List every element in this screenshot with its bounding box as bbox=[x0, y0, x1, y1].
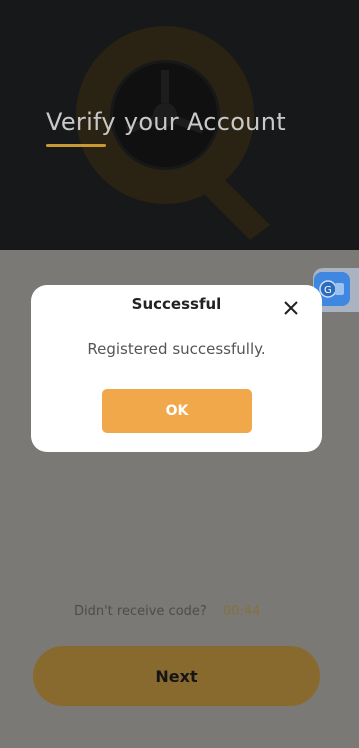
next-button[interactable]: Next bbox=[33, 646, 320, 706]
svg-text:G: G bbox=[324, 285, 332, 296]
translate-glyph-icon: G bbox=[319, 280, 344, 298]
header: Verify your Account bbox=[0, 0, 359, 250]
page-title: Verify your Account bbox=[46, 108, 286, 136]
resend-timer: 00:44 bbox=[222, 604, 261, 619]
modal-message: Registered successfully. bbox=[87, 340, 266, 358]
resend-row: Didn't receive code? 00:44 bbox=[74, 604, 260, 619]
close-icon[interactable] bbox=[280, 297, 302, 319]
title-underline bbox=[46, 144, 106, 147]
resend-label: Didn't receive code? bbox=[74, 604, 207, 619]
ok-button[interactable]: OK bbox=[102, 389, 252, 433]
modal-title: Successful bbox=[131, 295, 222, 313]
success-modal: Successful Registered successfully. OK bbox=[31, 285, 322, 452]
